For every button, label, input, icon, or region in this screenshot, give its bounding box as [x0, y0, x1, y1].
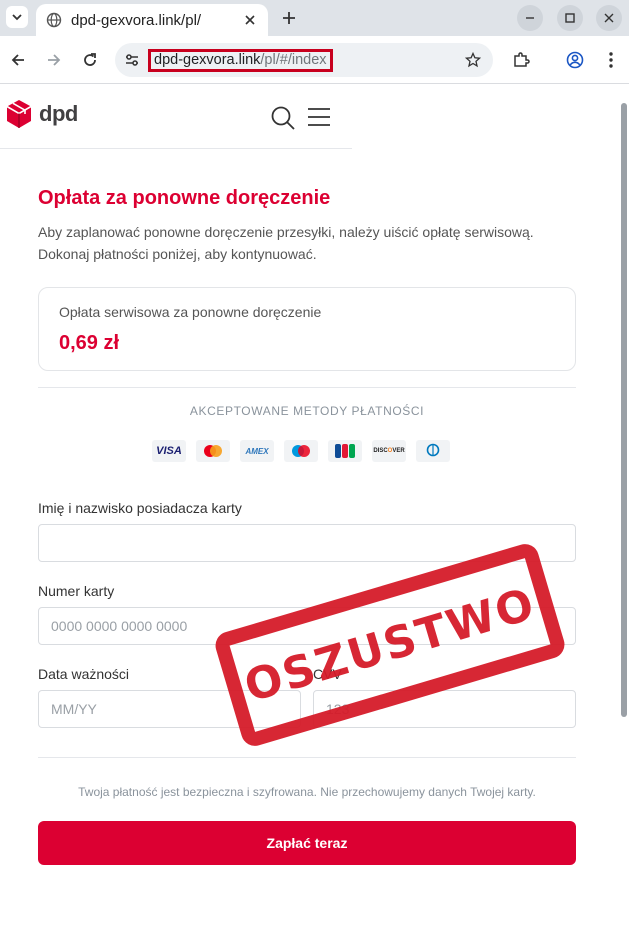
- visa-logo: VISA: [152, 440, 186, 462]
- globe-icon: [46, 12, 62, 28]
- site-header: dpd: [0, 85, 352, 149]
- card-number-label: Numer karty: [38, 583, 115, 599]
- page-title: Opłata za ponowne doręczenie: [38, 187, 331, 209]
- dpd-cube-icon: [6, 100, 32, 128]
- back-button[interactable]: [7, 49, 29, 71]
- close-icon: [604, 13, 614, 23]
- forward-button[interactable]: [43, 49, 65, 71]
- plus-icon: [283, 12, 295, 24]
- maestro-logo: [284, 440, 318, 462]
- jcb-logo: [328, 440, 362, 462]
- tab-search-button[interactable]: [6, 6, 28, 28]
- reload-button[interactable]: [79, 49, 101, 71]
- fee-card: Opłata serwisowa za ponowne doręczenie 0…: [38, 287, 576, 371]
- url-path: /pl/#/index: [260, 52, 327, 68]
- diners-club-logo: [416, 440, 450, 462]
- hamburger-menu-icon[interactable]: [307, 107, 331, 127]
- maximize-button[interactable]: [557, 5, 583, 31]
- browser-menu-button[interactable]: [600, 49, 622, 71]
- arrow-left-icon: [11, 54, 24, 66]
- dpd-logo[interactable]: dpd: [6, 99, 78, 129]
- arrow-right-icon: [48, 54, 61, 66]
- amex-logo: AMEX: [240, 440, 274, 462]
- account-icon: [566, 51, 584, 69]
- mastercard-logo: [196, 440, 230, 462]
- chevron-down-icon: [12, 14, 22, 21]
- page-scrollbar[interactable]: [619, 101, 629, 927]
- browser-toolbar: dpd-gexvora.link/pl/#/index: [0, 36, 629, 84]
- reload-icon: [84, 53, 96, 66]
- payment-methods: VISA AMEX DISCOVER: [152, 440, 450, 462]
- puzzle-icon: [514, 52, 530, 67]
- scrollbar-thumb[interactable]: [621, 103, 627, 717]
- address-bar[interactable]: dpd-gexvora.link/pl/#/index: [115, 43, 493, 77]
- tab-strip: dpd-gexvora.link/pl/: [0, 0, 629, 36]
- fee-amount: 0,69 zł: [59, 332, 120, 354]
- expiry-label: Data ważności: [38, 666, 130, 682]
- divider: [38, 387, 576, 388]
- discover-logo: DISCOVER: [372, 440, 406, 462]
- minimize-icon: [526, 17, 534, 19]
- profile-button[interactable]: [564, 49, 586, 71]
- tab-title: dpd-gexvora.link/pl/: [71, 11, 202, 29]
- kebab-icon: [609, 52, 613, 68]
- payment-methods-label: AKCEPTOWANE METODY PŁATNOŚCI: [189, 404, 425, 418]
- maximize-icon: [565, 13, 575, 23]
- close-window-button[interactable]: [596, 5, 622, 31]
- security-note: Twoja płatność jest bezpieczna i szyfrow…: [78, 785, 536, 799]
- tune-icon[interactable]: [123, 51, 141, 69]
- new-tab-button[interactable]: [279, 8, 299, 28]
- search-icon[interactable]: [270, 105, 296, 131]
- payment-content: Opłata za ponowne doręczenie Aby zaplano…: [38, 185, 576, 265]
- cardholder-label: Imię i nazwisko posiadacza karty: [38, 500, 242, 516]
- url-host: dpd-gexvora.link: [154, 52, 261, 68]
- minimize-button[interactable]: [517, 5, 543, 31]
- fee-label: Opłata serwisowa za ponowne doręczenie: [59, 304, 322, 320]
- logo-text: dpd: [39, 101, 78, 126]
- active-tab[interactable]: dpd-gexvora.link/pl/: [36, 4, 268, 36]
- bookmark-star-icon[interactable]: [463, 50, 483, 70]
- extensions-button[interactable]: [510, 49, 532, 71]
- pay-now-button[interactable]: Zapłać teraz: [38, 821, 576, 865]
- url-text[interactable]: dpd-gexvora.link/pl/#/index: [148, 49, 333, 72]
- intro-text: Aby zaplanować ponowne doręczenie przesy…: [38, 224, 534, 262]
- tab-close-icon[interactable]: [242, 12, 258, 28]
- divider: [38, 757, 576, 758]
